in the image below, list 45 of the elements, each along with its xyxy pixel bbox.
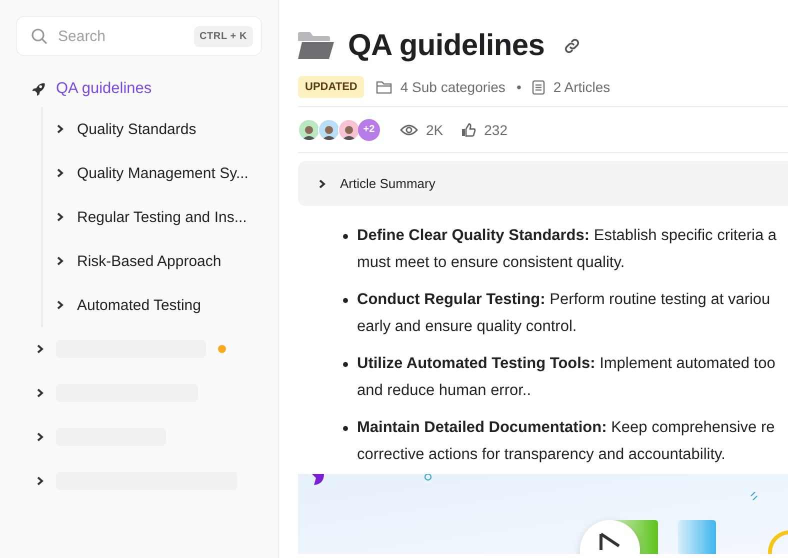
- chevron-icon: [318, 178, 326, 188]
- play-icon: [599, 532, 621, 550]
- chevron-icon: [36, 476, 44, 486]
- link-icon[interactable]: [562, 37, 581, 55]
- bullet-text: Maintain Detailed Documentation: Keep comprehensive re corrective actions for transparency and accountability.: [357, 418, 775, 465]
- bullet-icon: [343, 298, 348, 303]
- chevron-icon: [36, 432, 44, 442]
- bullet-text: Utilize Automated Testing Tools: Implement automated too and reduce human error..: [357, 354, 776, 401]
- search-bar[interactable]: Search CTRL + K: [16, 16, 262, 56]
- summary-toggle[interactable]: Article Summary: [298, 161, 788, 206]
- view-count: 2K: [426, 122, 444, 138]
- bullet-text: Define Clear Quality Standards: Establish specific criteria a must meet to ensure consistent quality.: [357, 226, 776, 273]
- folder-icon: [298, 32, 334, 60]
- subcategory-count: 4 Sub categories: [400, 79, 506, 95]
- rocket-icon: [30, 80, 47, 98]
- bullet-icon: [343, 426, 348, 431]
- tree-item[interactable]: Quality Standards: [41, 107, 262, 151]
- chevron-icon: [36, 344, 44, 354]
- page-title: QA guidelines: [348, 29, 545, 63]
- shortcut-hint: CTRL + K: [194, 26, 253, 46]
- bullet-text: Conduct Regular Testing: Perform routine testing at variou early and ensure quality control.: [357, 290, 770, 337]
- tree-item[interactable]: Risk-Based Approach: [41, 239, 262, 283]
- like-count: 232: [484, 122, 508, 138]
- bullet-icon: [343, 362, 348, 367]
- chevron-icon: [56, 256, 64, 266]
- document-icon: [532, 80, 546, 94]
- chevron-icon: [56, 300, 64, 310]
- folder-icon: [376, 80, 392, 94]
- thumbs-up-icon: [461, 122, 476, 136]
- chevron-icon: [56, 212, 64, 222]
- search-field[interactable]: Search: [56, 26, 186, 46]
- search-icon: [31, 28, 48, 44]
- article-count: 2 Articles: [553, 79, 610, 95]
- eye-icon: [400, 124, 418, 136]
- chevron-icon: [56, 168, 64, 178]
- tree-item[interactable]: Automated Testing: [41, 283, 262, 327]
- more-avatars-badge: +2: [358, 118, 380, 140]
- tree-root-item[interactable]: QA guidelines: [16, 74, 262, 104]
- separator-dot: •: [516, 79, 522, 95]
- tree-item[interactable]: Regular Testing and Ins...: [41, 195, 262, 239]
- tree-item[interactable]: Quality Management Sy...: [41, 151, 262, 195]
- status-badge: UPDATED: [298, 76, 364, 98]
- bullet-icon: [343, 234, 348, 239]
- chevron-icon: [36, 388, 44, 398]
- chevron-icon: [56, 124, 64, 134]
